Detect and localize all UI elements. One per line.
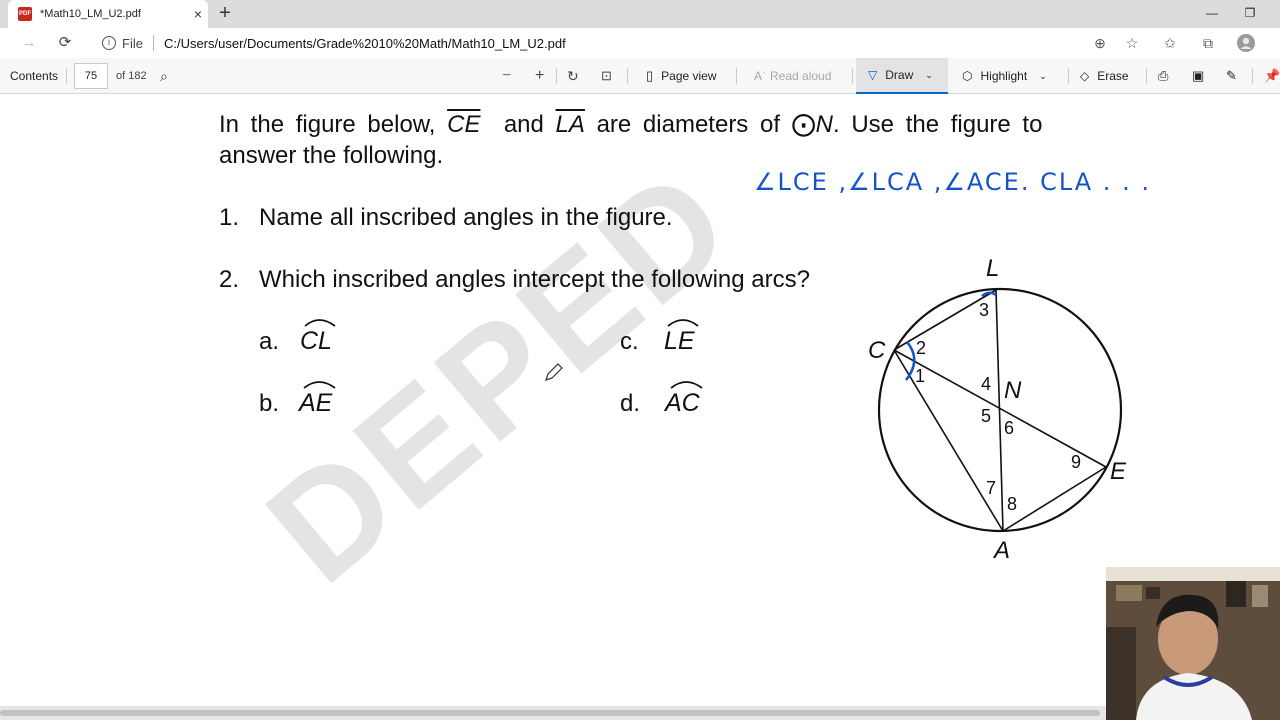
page-view-button[interactable]: ▯ Page view (646, 58, 717, 94)
highlight-label: Highlight (980, 69, 1028, 83)
info-icon: i (102, 36, 116, 50)
zoom-in-icon[interactable]: + (535, 58, 544, 94)
tab-title: *Math10_LM_U2.pdf (40, 8, 141, 20)
page-view-label: Page view (661, 69, 717, 83)
favorites-icon[interactable]: ✩ (1160, 34, 1180, 54)
tab-strip: PDF *Math10_LM_U2.pdf × + — ❐ (0, 0, 1280, 28)
angle-label: 7 (986, 478, 996, 498)
save-icon[interactable]: ▣ (1192, 58, 1204, 94)
toolbar-divider (1252, 68, 1253, 84)
chord-ae (1002, 466, 1107, 532)
arc-mark (670, 381, 703, 389)
url-divider (152, 35, 154, 51)
read-aloud-icon: A͘ (754, 69, 763, 83)
toolbar-divider (852, 68, 853, 84)
point-label: A (992, 537, 1010, 564)
scrollbar-thumb[interactable] (0, 710, 1100, 716)
read-aloud-label: Read aloud (770, 69, 832, 83)
url-box[interactable]: i File C:/Users/user/Documents/Grade%201… (90, 30, 1150, 56)
point-label: L (986, 255, 999, 282)
point-label: C (868, 337, 886, 364)
pdf-file-icon: PDF (18, 7, 32, 21)
webcam-overlay (1106, 567, 1280, 720)
new-tab-button[interactable]: + (214, 2, 236, 24)
page-number-input[interactable]: 75 (74, 63, 108, 89)
pdf-page: DEPED In the figure below, CE and LA are… (0, 94, 1280, 706)
restore-button[interactable]: ❐ (1230, 0, 1270, 28)
highlight-icon: ⬡ (962, 69, 973, 83)
point-label: E (1110, 458, 1127, 485)
refresh-icon[interactable]: ⟳ (54, 32, 76, 54)
toolbar-divider (556, 68, 557, 84)
add-favorite-icon[interactable]: ☆ (1122, 34, 1142, 54)
pencil-cursor-icon (545, 363, 563, 381)
toolbar-divider (66, 68, 67, 84)
toolbar-divider (1146, 68, 1147, 84)
draw-button[interactable]: ▽ Draw ⌄ (856, 58, 948, 94)
search-icon[interactable]: ⌕ (160, 58, 168, 94)
arc-mark (304, 319, 336, 327)
diameter-la (995, 289, 1004, 532)
angle-label: 4 (981, 374, 991, 394)
rotate-icon[interactable]: ↻ (567, 58, 579, 94)
circle-figure: L C N E A 1 2 3 4 5 6 7 8 9 (868, 255, 1127, 564)
pin-icon[interactable]: 📌 (1264, 58, 1280, 94)
draw-label: Draw (885, 68, 914, 82)
erase-button[interactable]: ◇ Erase (1080, 58, 1129, 94)
angle-label: 9 (1071, 452, 1081, 472)
arc-mark (303, 381, 336, 389)
chord-cl (893, 289, 997, 351)
read-aloud-button[interactable]: A͘ Read aloud (754, 58, 831, 94)
angle-label: 5 (981, 406, 991, 426)
pdf-toolbar: Contents 75 of 182 ⌕ − + ↻ ⊡ ▯ Page view… (0, 58, 1280, 94)
chevron-down-icon: ⌄ (1039, 70, 1047, 81)
page-total: of 182 (116, 70, 147, 82)
print-icon[interactable]: ⎙ (1158, 58, 1168, 94)
toolbar-divider (627, 68, 628, 84)
zoom-out-icon[interactable]: − (502, 58, 511, 94)
save-as-icon[interactable]: ✎ (1226, 58, 1237, 94)
point-label: N (1004, 377, 1022, 404)
toolbar-divider (736, 68, 737, 84)
collections-icon[interactable]: ⧉ (1198, 34, 1218, 54)
draw-icon: ▽ (868, 68, 878, 82)
tab-pdf[interactable]: PDF *Math10_LM_U2.pdf × (8, 0, 208, 28)
contents-button[interactable]: Contents (10, 58, 58, 94)
minimize-button[interactable]: — (1192, 0, 1232, 28)
tab-close-icon[interactable]: × (188, 6, 208, 22)
zoom-icon[interactable]: ⊕ (1090, 34, 1110, 54)
forward-icon[interactable]: → (18, 32, 40, 54)
address-bar: → ⟳ i File C:/Users/user/Documents/Grade… (0, 28, 1280, 58)
erase-label: Erase (1097, 69, 1129, 83)
toolbar-divider (1068, 68, 1069, 84)
angle-label: 3 (979, 300, 989, 320)
chevron-down-icon: ⌄ (925, 69, 933, 80)
page-view-icon: ▯ (646, 68, 654, 83)
horizontal-scrollbar[interactable] (0, 706, 1280, 720)
handwritten-answer: ∠LCE ,∠LCA ,∠ACE. CLA . . . (754, 168, 1151, 196)
file-label: File (122, 35, 143, 51)
eraser-icon: ◇ (1080, 69, 1090, 83)
profile-icon[interactable] (1236, 34, 1256, 54)
angle-label: 1 (915, 366, 925, 386)
angle-label: 6 (1004, 418, 1014, 438)
highlight-button[interactable]: ⬡ Highlight ⌄ (962, 58, 1047, 94)
angle-label: 2 (916, 338, 926, 358)
angle-label: 8 (1007, 494, 1017, 514)
ink-mark (905, 341, 916, 381)
url-text[interactable]: C:/Users/user/Documents/Grade%2010%20Mat… (164, 36, 566, 51)
webcam-image (1106, 567, 1280, 720)
fit-page-icon[interactable]: ⊡ (601, 58, 612, 94)
arc-mark (667, 319, 699, 327)
